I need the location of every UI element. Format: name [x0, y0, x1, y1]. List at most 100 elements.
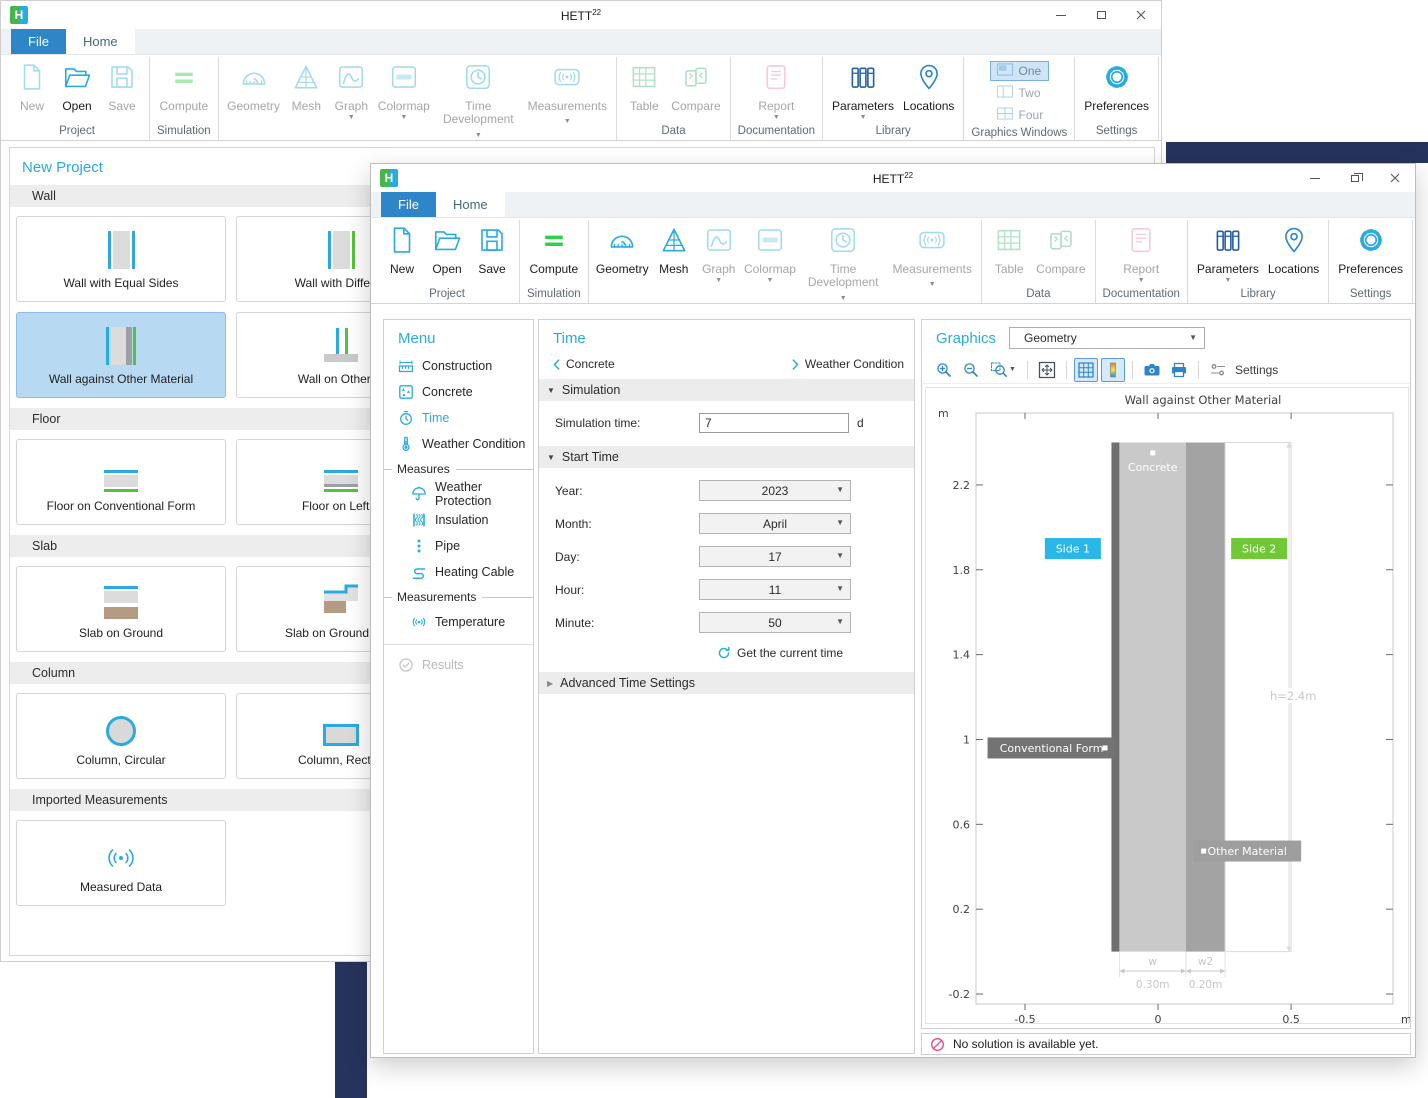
get-current-time-button[interactable]: Get the current time [717, 646, 914, 660]
ribbon-two-button[interactable]: Two [990, 83, 1050, 103]
month-select[interactable]: April▼ [699, 513, 851, 534]
titlebar: H HETT22 [371, 164, 1415, 192]
menu-item-insulation[interactable]: Insulation [384, 507, 533, 533]
ribbon-preferences-button[interactable]: Preferences [1334, 222, 1407, 276]
project-tile-wall-against-other-material[interactable]: Wall against Other Material [16, 312, 226, 398]
selected-value: April [763, 517, 787, 531]
toolbar-settings-label[interactable]: Settings [1235, 363, 1278, 377]
ribbon-mesh-button[interactable]: Mesh [652, 222, 696, 276]
colorbar-button[interactable] [1101, 358, 1125, 382]
graphics-view-select[interactable]: Geometry ▼ [1009, 327, 1205, 349]
ribbon-one-button[interactable]: One [990, 61, 1050, 81]
project-tile-wall-with-equal-sides[interactable]: Wall with Equal Sides [16, 216, 226, 302]
new-icon [17, 62, 47, 97]
field-row-minute: Minute:50▼ [539, 609, 914, 636]
graphics-title: Graphics [922, 330, 996, 347]
ribbon-geometry-button: Geometry [224, 59, 284, 113]
svg-text:Side 2: Side 2 [1242, 543, 1276, 556]
nav-forward-weather-condition[interactable]: Weather Condition [792, 357, 904, 371]
ribbon-open-button[interactable]: Open [425, 222, 469, 276]
preferences-icon [1102, 62, 1132, 97]
menu-item-concrete[interactable]: Concrete [384, 379, 533, 405]
ribbon-new-button[interactable]: New [380, 222, 424, 276]
tab-home[interactable]: Home [66, 29, 135, 54]
tile-label: Column, Circular [76, 753, 165, 767]
colormap-icon [755, 225, 785, 260]
svg-text:0.30m: 0.30m [1136, 979, 1170, 991]
ribbon-parameters-button[interactable]: Parameters▼ [1193, 222, 1263, 284]
menu-item-weather-condition[interactable]: Weather Condition [384, 431, 533, 457]
label: Save [478, 263, 505, 276]
restore-icon[interactable] [1335, 164, 1375, 192]
label: Open [432, 263, 461, 276]
menu-item-pipe[interactable]: Pipe [384, 533, 533, 559]
maximize-icon[interactable] [1081, 1, 1121, 29]
ribbon-preferences-button[interactable]: Preferences [1080, 59, 1153, 113]
minimize-icon[interactable] [1295, 164, 1335, 192]
camera-button[interactable] [1140, 358, 1164, 382]
project-tile-floor-on-conventional-form[interactable]: Floor on Conventional Form [16, 439, 226, 525]
grid-button[interactable] [1074, 358, 1098, 382]
project-tile-measured-data[interactable]: Measured Data [16, 820, 226, 906]
toolbar-separator [1027, 361, 1028, 379]
ribbon-open-button[interactable]: Open [55, 59, 99, 113]
advanced-time-settings-header[interactable]: ▶ Advanced Time Settings [539, 672, 914, 694]
measurements-icon [552, 62, 582, 97]
year-select[interactable]: 2023▼ [699, 480, 851, 501]
mesh-icon [659, 225, 689, 260]
selected-value: 2023 [762, 484, 789, 498]
close-icon[interactable] [1375, 164, 1415, 192]
label: Preferences [1338, 263, 1403, 276]
ribbon-group-documentation: Report▼Documentation [731, 57, 823, 140]
menu-item-heating-cable[interactable]: Heating Cable [384, 559, 533, 585]
tab-home[interactable]: Home [436, 192, 505, 217]
menu-item-results: Results [384, 652, 533, 678]
zoom-box-button[interactable]: ▼ [986, 358, 1020, 382]
print-button[interactable] [1167, 358, 1191, 382]
fit-button[interactable] [1035, 358, 1059, 382]
floor-left-icon [324, 452, 358, 492]
ribbon-four-button[interactable]: Four [990, 105, 1050, 125]
refresh-icon [717, 646, 731, 660]
dropdown-arrow-icon: ▼ [475, 132, 482, 139]
label: Locations [903, 100, 954, 113]
label: Graph [702, 263, 735, 276]
tab-file[interactable]: File [381, 192, 436, 217]
simulation-section-header[interactable]: ▼ Simulation [539, 379, 914, 401]
menu-item-time[interactable]: Time [384, 405, 533, 431]
menu-item-construction[interactable]: Construction [384, 353, 533, 379]
close-icon[interactable] [1121, 1, 1161, 29]
minimize-icon[interactable] [1041, 1, 1081, 29]
label: Locations [1268, 263, 1319, 276]
nav-back-concrete[interactable]: Concrete [553, 357, 615, 371]
zoom-in-button[interactable] [932, 358, 956, 382]
ribbon-geometry-button[interactable]: Geometry [594, 222, 651, 276]
ribbon-report-button: Report▼ [1119, 222, 1163, 284]
day-select[interactable]: 17▼ [699, 546, 851, 567]
ribbon-save-button[interactable]: Save [470, 222, 514, 276]
svg-text:Side 1: Side 1 [1056, 543, 1090, 556]
project-tile-column-circular[interactable]: Column, Circular [16, 693, 226, 779]
hour-select[interactable]: 11▼ [699, 579, 851, 600]
col-rect-icon [323, 706, 359, 746]
ribbon-locations-button[interactable]: Locations [899, 59, 958, 113]
ribbon-parameters-button[interactable]: Parameters▼ [828, 59, 898, 121]
zoom-out-button[interactable] [959, 358, 983, 382]
ribbon-compute-button[interactable]: Compute [526, 222, 583, 276]
minute-select[interactable]: 50▼ [699, 612, 851, 633]
table-icon [994, 225, 1024, 260]
menu-item-temperature[interactable]: Temperature [384, 609, 533, 635]
label: Four [1019, 108, 1044, 122]
project-tile-slab-on-ground[interactable]: Slab on Ground [16, 566, 226, 652]
menu-item-label: Temperature [435, 615, 505, 629]
ribbon-locations-button[interactable]: Locations [1264, 222, 1323, 276]
start-time-section-header[interactable]: ▼ Start Time [539, 446, 914, 468]
tab-file[interactable]: File [11, 29, 66, 54]
toolbar-settings-button[interactable] [1206, 358, 1230, 382]
simulation-time-input[interactable] [699, 413, 849, 433]
menu-item-weather-protection[interactable]: Weather Protection [384, 481, 533, 507]
svg-text:0: 0 [1155, 1013, 1162, 1025]
menu-group-measurements: Measurements [384, 585, 533, 609]
chevron-down-icon: ▼ [836, 584, 844, 593]
label: Colormap [744, 263, 796, 276]
